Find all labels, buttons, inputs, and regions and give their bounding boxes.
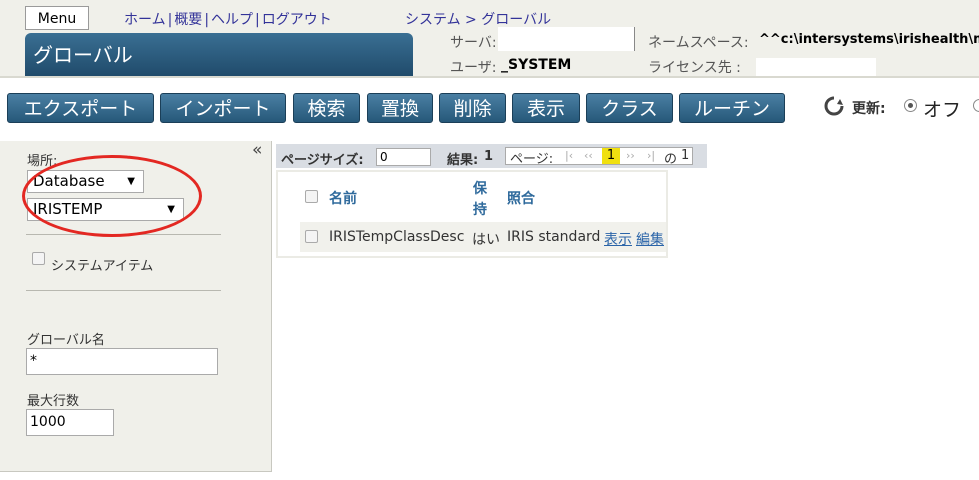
- separator: |: [204, 12, 210, 28]
- global-name-label: グローバル名: [27, 333, 105, 348]
- last-page-icon[interactable]: ›|: [647, 149, 655, 162]
- import-button[interactable]: インポート: [160, 93, 286, 123]
- class-button[interactable]: クラス: [586, 93, 673, 123]
- menu-button[interactable]: Menu: [25, 6, 89, 30]
- column-header-keep-2[interactable]: 持: [473, 199, 487, 219]
- namespace-label: ネームスペース:: [648, 35, 749, 51]
- keep-cell: はい: [472, 232, 500, 248]
- top-links: ホーム | 概要 | ヘルプ | ログアウト: [124, 9, 332, 29]
- replace-button[interactable]: 置換: [367, 93, 433, 123]
- highlight-annotation: [22, 155, 202, 237]
- search-button[interactable]: 検索: [293, 93, 360, 123]
- server-label: サーバ:: [450, 35, 497, 51]
- page-title: グローバル: [25, 33, 413, 77]
- row-checkbox[interactable]: [305, 230, 318, 243]
- delete-button[interactable]: 削除: [439, 93, 506, 123]
- column-header-collation[interactable]: 照合: [507, 188, 535, 208]
- divider: [26, 290, 221, 291]
- separator: |: [255, 12, 260, 28]
- view-button[interactable]: 表示: [512, 93, 580, 123]
- namespace-value[interactable]: ^^c:\intersystems\irishealth\mg: [759, 32, 979, 47]
- separator: |: [167, 12, 173, 28]
- system-items-checkbox[interactable]: [32, 252, 45, 265]
- global-name-input[interactable]: *: [26, 348, 218, 375]
- page-size-input[interactable]: 0: [376, 148, 431, 166]
- refresh-icon[interactable]: [824, 96, 844, 116]
- next-page-icon[interactable]: ››: [626, 149, 635, 162]
- max-rows-label: 最大行数: [27, 394, 80, 409]
- breadcrumb: システム > グローバル: [405, 9, 551, 29]
- refresh-label: 更新:: [852, 101, 886, 117]
- help-link[interactable]: ヘルプ: [211, 12, 253, 28]
- export-button[interactable]: エクスポート: [7, 93, 154, 123]
- license-label: ライセンス先 :: [648, 60, 741, 76]
- column-header-name[interactable]: 名前: [329, 188, 357, 208]
- refresh-off-label: オフ: [923, 99, 962, 121]
- routine-button[interactable]: ルーチン: [679, 93, 785, 123]
- collapse-icon[interactable]: «: [252, 140, 262, 160]
- max-rows-input[interactable]: 1000: [26, 409, 114, 436]
- header-divider: [0, 76, 979, 78]
- breadcrumb-globals[interactable]: グローバル: [481, 12, 551, 28]
- refresh-on-radio[interactable]: [973, 99, 979, 112]
- user-label: ユーザ:: [450, 60, 497, 76]
- breadcrumb-system[interactable]: システム: [405, 12, 461, 28]
- column-header-keep[interactable]: 保: [473, 178, 487, 198]
- breadcrumb-separator: >: [465, 12, 477, 28]
- refresh-off-radio[interactable]: [904, 99, 917, 112]
- edit-link[interactable]: 編集: [636, 229, 664, 249]
- of-label: の: [664, 152, 678, 167]
- server-value: [498, 27, 635, 51]
- system-items-label: システムアイテム: [51, 259, 154, 274]
- results-count: 1: [484, 149, 494, 164]
- global-name-cell: IRISTempClassDesc: [329, 229, 465, 245]
- first-page-icon[interactable]: |‹: [565, 149, 573, 162]
- user-value: _SYSTEM: [501, 57, 572, 73]
- prev-page-icon[interactable]: ‹‹: [584, 149, 593, 162]
- home-link[interactable]: ホーム: [124, 12, 166, 28]
- select-all-checkbox[interactable]: [305, 190, 318, 203]
- view-link[interactable]: 表示: [604, 229, 632, 249]
- about-link[interactable]: 概要: [174, 12, 202, 28]
- page-label: ページ:: [510, 152, 554, 167]
- logout-link[interactable]: ログアウト: [262, 12, 332, 28]
- current-page[interactable]: 1: [602, 148, 620, 164]
- collation-cell: IRIS standard: [507, 229, 601, 245]
- results-label: 結果:: [447, 153, 479, 168]
- total-pages: 1: [681, 148, 690, 163]
- license-value: [756, 58, 876, 77]
- page-size-label: ページサイズ:: [281, 153, 364, 168]
